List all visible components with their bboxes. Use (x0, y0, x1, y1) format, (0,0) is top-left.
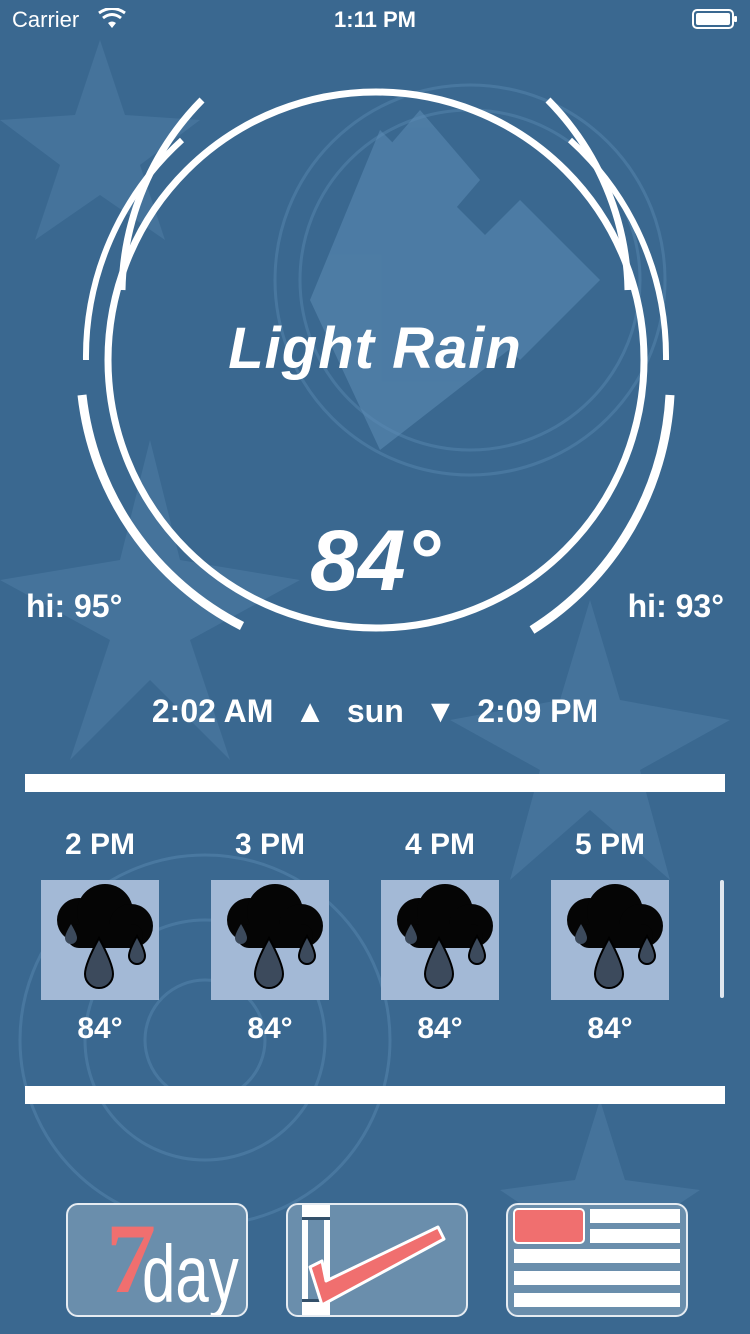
rain-cloud-icon (211, 880, 329, 1000)
hourly-time: 5 PM (574, 828, 646, 861)
seven-day-text: day (142, 1228, 239, 1317)
hourly-temperature: 84° (247, 1012, 293, 1045)
divider-top (25, 774, 725, 792)
hourly-temperature: 84° (587, 1012, 633, 1045)
checklist-button[interactable] (286, 1203, 468, 1317)
list-icon (513, 1208, 680, 1307)
hourly-temperature: 84° (417, 1012, 463, 1045)
sunrise-time: 2:02 AM (151, 693, 274, 729)
sunset-time: 2:09 PM (477, 693, 599, 729)
hi-temperature-right: hi: 93° (627, 588, 724, 624)
weather-condition: Light Rain (228, 316, 522, 381)
hourly-item: 4 PM 84° (355, 828, 525, 1046)
rain-cloud-icon (381, 880, 499, 1000)
status-bar: Carrier 1:11 PM (0, 0, 750, 40)
hourly-time: 2 PM (64, 828, 136, 861)
hourly-item: 3 PM 84° (185, 828, 355, 1046)
status-time: 1:11 PM (334, 7, 416, 32)
sunset-arrow-icon: ▼ (424, 693, 457, 729)
divider-bottom (25, 1086, 725, 1104)
hourly-item: 2 PM 84° (15, 828, 185, 1046)
checkmark-icon (302, 1205, 446, 1315)
sun-label: sun (346, 693, 404, 729)
rain-cloud-icon (551, 880, 669, 1000)
rain-cloud-icon (41, 880, 159, 1000)
battery-icon (692, 9, 737, 29)
hourly-item: 5 PM 84° (525, 828, 695, 1046)
hourly-scrollbar[interactable] (720, 880, 724, 998)
hourly-time: 4 PM (404, 828, 476, 861)
seven-day-button[interactable]: 7 day (66, 1203, 248, 1317)
sunrise-arrow-icon: ▲ (294, 693, 326, 729)
hi-temperature-left: hi: 95° (26, 588, 123, 624)
sun-times: 2:02 AM ▲ sun ▼ 2:09 PM (0, 693, 750, 730)
hourly-temperature: 84° (77, 1012, 123, 1045)
list-button[interactable] (506, 1203, 688, 1317)
hourly-time: 3 PM (234, 828, 306, 861)
hourly-forecast[interactable]: 2 PM 84° 3 PM 84° 4 PM 84° 5 PM 84° (0, 828, 750, 1058)
